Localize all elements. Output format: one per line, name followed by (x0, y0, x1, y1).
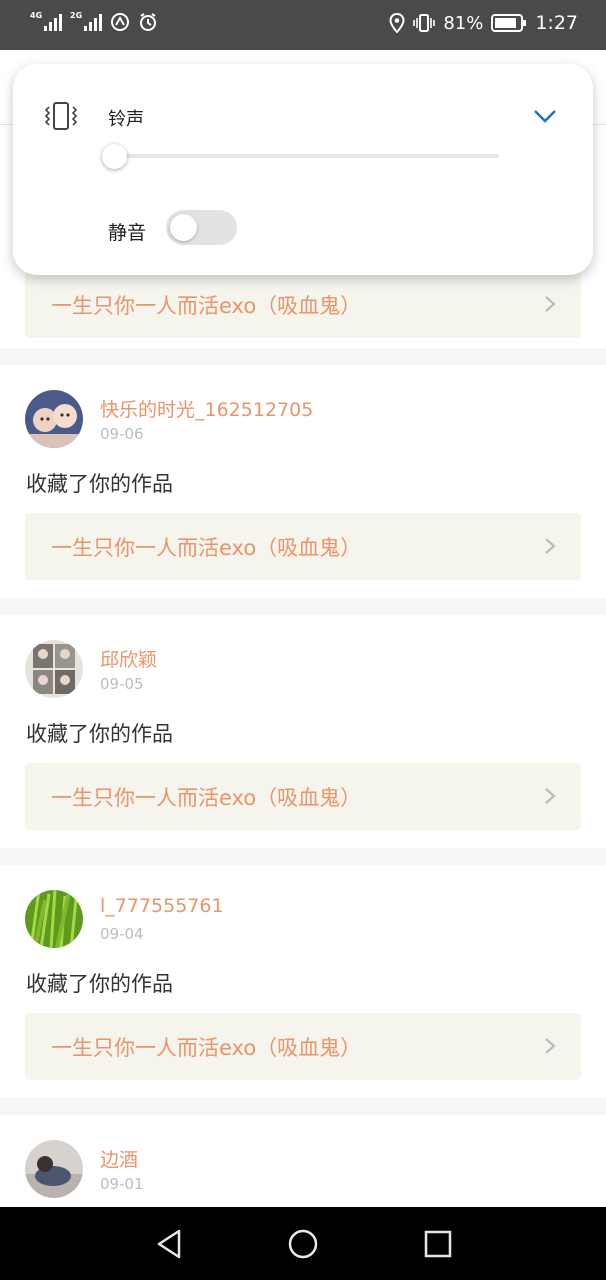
chevron-right-icon (545, 296, 556, 312)
avatar[interactable] (25, 1140, 83, 1198)
work-title: 一生只你一人而活exo（吸血鬼） (51, 294, 362, 318)
user-name[interactable]: 快乐的时光_162512705 (100, 395, 313, 422)
ringtone-label: 铃声 (108, 109, 144, 130)
work-title: 一生只你一人而活exo（吸血鬼） (51, 786, 362, 810)
sim2-network-label: 2G (70, 11, 83, 20)
timestamp: 09-05 (100, 675, 144, 693)
slider-thumb[interactable] (102, 144, 127, 169)
timestamp: 09-04 (100, 925, 144, 943)
list-item: 快乐的时光_162512705 09-06 收藏了你的作品 一生只你一人而活ex… (0, 365, 606, 598)
navigation-bar (0, 1207, 606, 1280)
work-link[interactable]: 一生只你一人而活exo（吸血鬼） (25, 1013, 581, 1080)
list-item: 邱欣颖 09-05 收藏了你的作品 一生只你一人而活exo（吸血鬼） (0, 615, 606, 848)
vibrate-icon (413, 14, 436, 32)
activity-text: 收藏了你的作品 (26, 472, 173, 496)
speed-icon (111, 13, 129, 31)
location-icon (389, 13, 405, 33)
chevron-right-icon (545, 1038, 556, 1054)
list-item: 边酒 09-01 (0, 1115, 606, 1207)
volume-panel: 铃声 静音 (13, 64, 593, 275)
avatar[interactable] (25, 640, 83, 698)
user-name[interactable]: 邱欣颖 (100, 645, 157, 672)
clock: 1:27 (535, 12, 578, 34)
chevron-right-icon (545, 788, 556, 804)
user-name[interactable]: l_777555761 (100, 895, 224, 917)
chevron-right-icon (545, 538, 556, 554)
alarm-clock-icon (140, 13, 156, 31)
mute-label: 静音 (108, 222, 147, 244)
battery-icon (491, 14, 527, 32)
status-bar: 4G 2G 81% 1:27 (0, 0, 606, 50)
work-title: 一生只你一人而活exo（吸血鬼） (51, 1036, 362, 1060)
timestamp: 09-06 (100, 425, 144, 443)
avatar[interactable] (25, 390, 83, 448)
chevron-down-icon[interactable] (533, 108, 557, 124)
back-icon[interactable] (151, 1227, 187, 1261)
home-icon[interactable] (285, 1227, 321, 1261)
signal-icon: 4G (30, 11, 62, 31)
work-title: 一生只你一人而活exo（吸血鬼） (51, 536, 362, 560)
vibrate-icon[interactable] (43, 101, 79, 131)
signal-icon: 2G (70, 11, 102, 31)
activity-text: 收藏了你的作品 (26, 972, 173, 996)
work-link[interactable]: 一生只你一人而活exo（吸血鬼） (25, 763, 581, 830)
ringtone-volume-slider[interactable] (113, 154, 499, 158)
user-name[interactable]: 边酒 (100, 1145, 138, 1172)
sim1-network-label: 4G (30, 11, 43, 20)
mute-toggle[interactable] (166, 210, 237, 245)
timestamp: 09-01 (100, 1175, 144, 1193)
recents-icon[interactable] (420, 1227, 456, 1261)
activity-text: 收藏了你的作品 (26, 722, 173, 746)
toggle-knob (170, 214, 197, 241)
battery-percent: 81% (443, 12, 484, 34)
work-link[interactable]: 一生只你一人而活exo（吸血鬼） (25, 513, 581, 580)
work-link[interactable]: 一生只你一人而活exo（吸血鬼） (25, 271, 581, 338)
list-item: l_777555761 09-04 收藏了你的作品 一生只你一人而活exo（吸血… (0, 865, 606, 1098)
avatar[interactable] (25, 890, 83, 948)
